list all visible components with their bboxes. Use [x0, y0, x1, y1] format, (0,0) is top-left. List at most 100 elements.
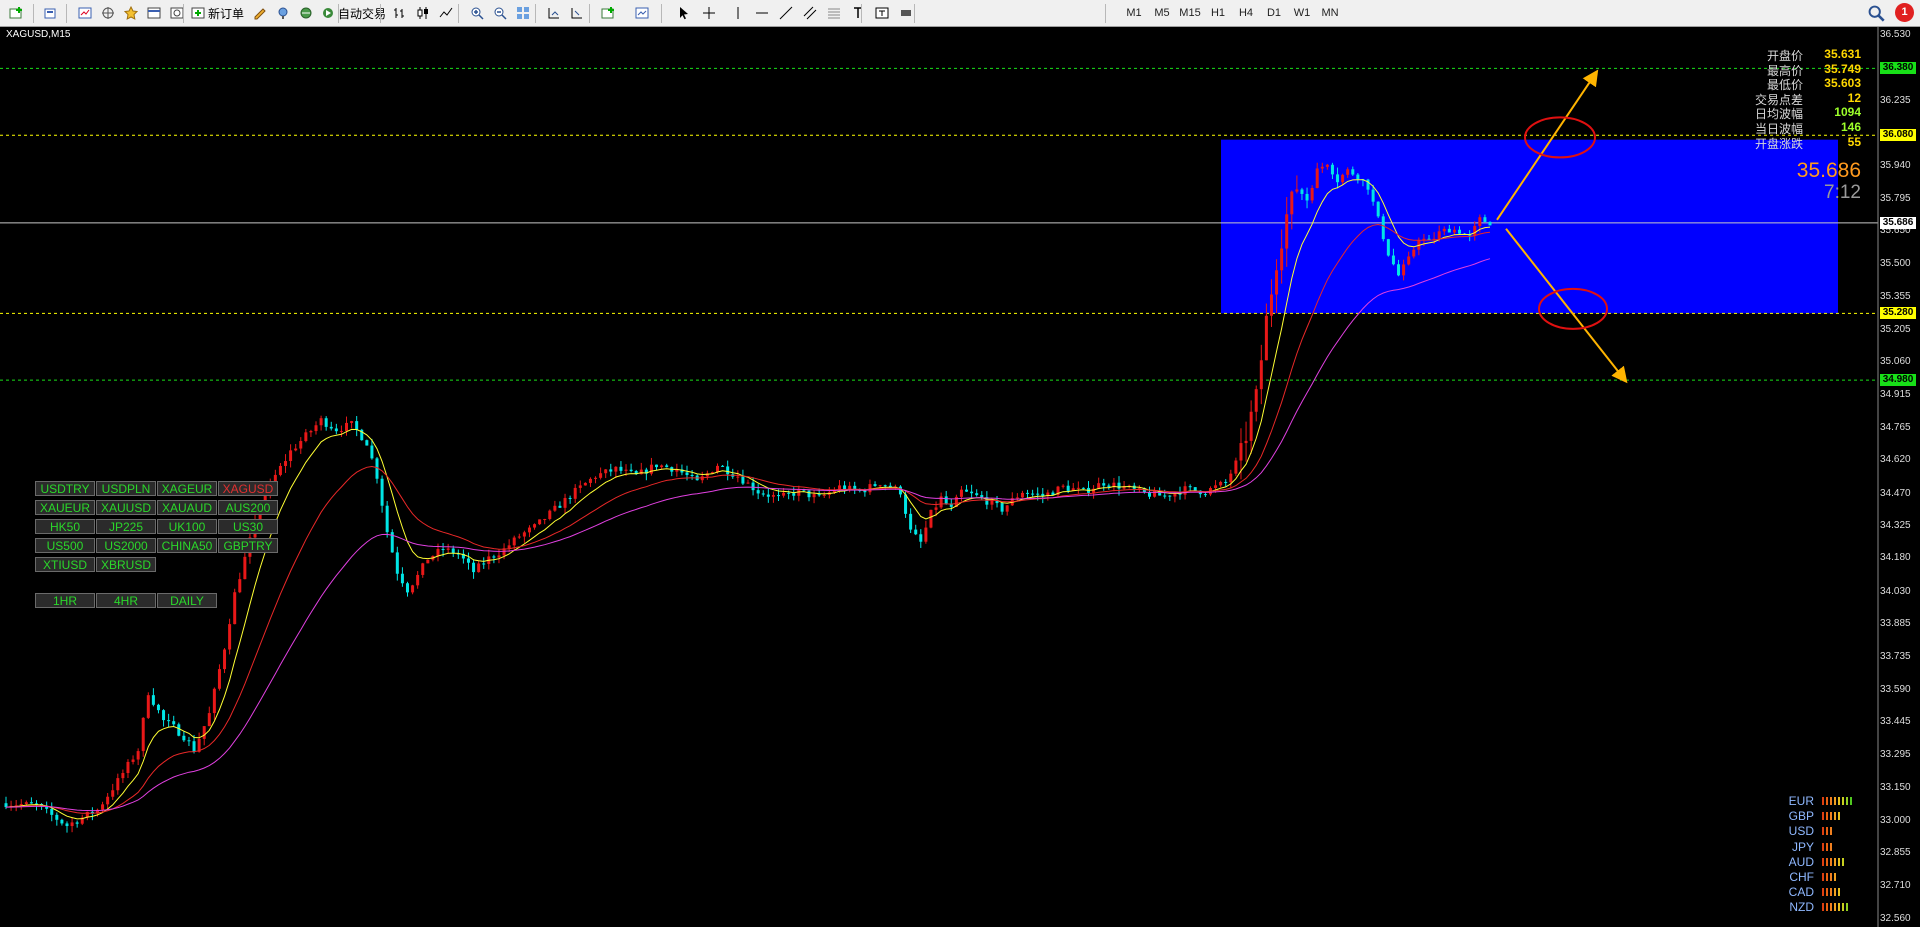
candlestick-button[interactable]: [412, 3, 434, 23]
templates-button[interactable]: [631, 3, 653, 23]
bar-chart-button[interactable]: [389, 3, 411, 23]
fibonacci-button[interactable]: [823, 3, 845, 23]
symbol-button-us500[interactable]: US500: [35, 538, 95, 553]
timeframe-m5-button[interactable]: M5: [1148, 3, 1176, 23]
candle-body: [1407, 256, 1411, 265]
bar-chart-icon: [394, 8, 404, 18]
timeframe-button-daily[interactable]: DAILY: [157, 593, 217, 608]
symbol-button-xbrusd[interactable]: XBRUSD: [96, 557, 156, 572]
candle-body: [1081, 487, 1085, 489]
symbol-button-gbptry[interactable]: GBPTRY: [218, 538, 278, 553]
candle-body: [726, 466, 730, 475]
candle-body: [934, 507, 938, 510]
symbol-button-usdtry[interactable]: USDTRY: [35, 481, 95, 496]
symbol-button-aus200[interactable]: AUS200: [218, 500, 278, 515]
metaeditor-button[interactable]: [249, 3, 271, 23]
strength-bar-segment: [1830, 842, 1832, 851]
symbol-button-usdpln[interactable]: USDPLN: [96, 481, 156, 496]
price-axis-label: 33.150: [1880, 781, 1911, 793]
timeframe-h4-button[interactable]: H4: [1232, 3, 1260, 23]
timeframe-button-4hr[interactable]: 4HR: [96, 593, 156, 608]
search-button[interactable]: [1867, 4, 1885, 22]
candle-body: [604, 469, 608, 474]
equidistant-channel-icon: [803, 6, 817, 20]
candle-body: [162, 710, 166, 721]
signals-button[interactable]: [272, 3, 294, 23]
cursor-button[interactable]: [673, 3, 695, 23]
price-axis-label: 33.000: [1880, 815, 1911, 827]
symbol-button-xauusd[interactable]: XAUUSD: [96, 500, 156, 515]
arrows-icon: [901, 10, 911, 16]
crosshair-button[interactable]: [698, 3, 720, 23]
currency-label: GBP: [1788, 809, 1814, 824]
candle-body: [1117, 482, 1121, 489]
timeframe-w1-button[interactable]: W1: [1288, 3, 1316, 23]
price-axis-label: 34.470: [1880, 487, 1911, 499]
symbol-button-hk50[interactable]: HK50: [35, 519, 95, 534]
candle-body: [192, 741, 196, 752]
candle-body: [1254, 389, 1258, 412]
symbol-button-us2000[interactable]: US2000: [96, 538, 156, 553]
profiles-button[interactable]: [39, 3, 61, 23]
chart-window[interactable]: XAGUSD,M15 开盘价 35.631 最高价 35.749 最低价 35.603 交易…: [0, 27, 1920, 927]
metaeditor-icon: [254, 8, 266, 20]
timeframe-d1-button[interactable]: D1: [1260, 3, 1288, 23]
candle-body: [904, 494, 908, 514]
indicators-button[interactable]: [597, 3, 619, 23]
text-label-button[interactable]: [871, 3, 893, 23]
candle-body: [527, 527, 531, 533]
symbol-button-xauaud[interactable]: XAUAUD: [157, 500, 217, 515]
candle-body: [497, 555, 501, 558]
candle-body: [721, 465, 725, 467]
zoom-out-button[interactable]: [489, 3, 511, 23]
candle-body: [909, 513, 913, 530]
symbol-button-jp225[interactable]: JP225: [96, 519, 156, 534]
new-chart-button[interactable]: [5, 3, 27, 23]
candlestick-icon: [417, 7, 428, 19]
timeframe-m1-button[interactable]: M1: [1120, 3, 1148, 23]
symbol-button-us30[interactable]: US30: [218, 519, 278, 534]
market-watch-button[interactable]: [74, 3, 96, 23]
timeframe-h1-button[interactable]: H1: [1204, 3, 1232, 23]
timeframe-mn-button[interactable]: MN: [1316, 3, 1344, 23]
symbol-button-xtiusd[interactable]: XTIUSD: [35, 557, 95, 572]
candle-body: [350, 421, 354, 423]
symbol-button-uk100[interactable]: UK100: [157, 519, 217, 534]
navigator-button[interactable]: [97, 3, 119, 23]
text-button[interactable]: [847, 3, 869, 23]
vertical-line-button[interactable]: [727, 3, 749, 23]
price-chart[interactable]: [0, 27, 1920, 927]
candle-body: [4, 803, 8, 808]
trendline-button[interactable]: [775, 3, 797, 23]
strength-bar-segment: [1834, 812, 1836, 821]
candle-body: [1224, 481, 1228, 483]
symbol-button-xagusd[interactable]: XAGUSD: [218, 481, 278, 496]
auto-trading-button[interactable]: 自动交易: [318, 3, 389, 23]
line-chart-button[interactable]: [435, 3, 457, 23]
terminal-button[interactable]: [143, 3, 165, 23]
price-axis-label: 35.500: [1880, 258, 1911, 270]
auto-scroll-button[interactable]: [543, 3, 565, 23]
notification-badge[interactable]: 1: [1895, 3, 1914, 22]
horizontal-line-button[interactable]: [751, 3, 773, 23]
symbol-button-xaueur[interactable]: XAUEUR: [35, 500, 95, 515]
equidistant-channel-button[interactable]: [799, 3, 821, 23]
new-order-button[interactable]: 新订单: [188, 3, 247, 23]
symbol-button-xageur[interactable]: XAGEUR: [157, 481, 217, 496]
info-value: 146: [1840, 120, 1861, 134]
vps-button[interactable]: [295, 3, 317, 23]
toolbar-separator: [861, 4, 862, 23]
timeframe-button-1hr[interactable]: 1HR: [35, 593, 95, 608]
strategy-tester-button[interactable]: [166, 3, 188, 23]
zoom-in-button[interactable]: [466, 3, 488, 23]
candle-body: [1163, 495, 1167, 497]
chart-shift-button[interactable]: [566, 3, 588, 23]
symbol-button-china50[interactable]: CHINA50: [157, 538, 217, 553]
tile-windows-button[interactable]: [512, 3, 534, 23]
price-axis-label: 36.530: [1880, 29, 1911, 40]
strength-bar-segment: [1830, 888, 1832, 897]
timeframe-m15-button[interactable]: M15: [1176, 3, 1204, 23]
candle-body: [533, 524, 537, 528]
candle-body: [1402, 264, 1406, 276]
favorites-button[interactable]: [120, 3, 142, 23]
